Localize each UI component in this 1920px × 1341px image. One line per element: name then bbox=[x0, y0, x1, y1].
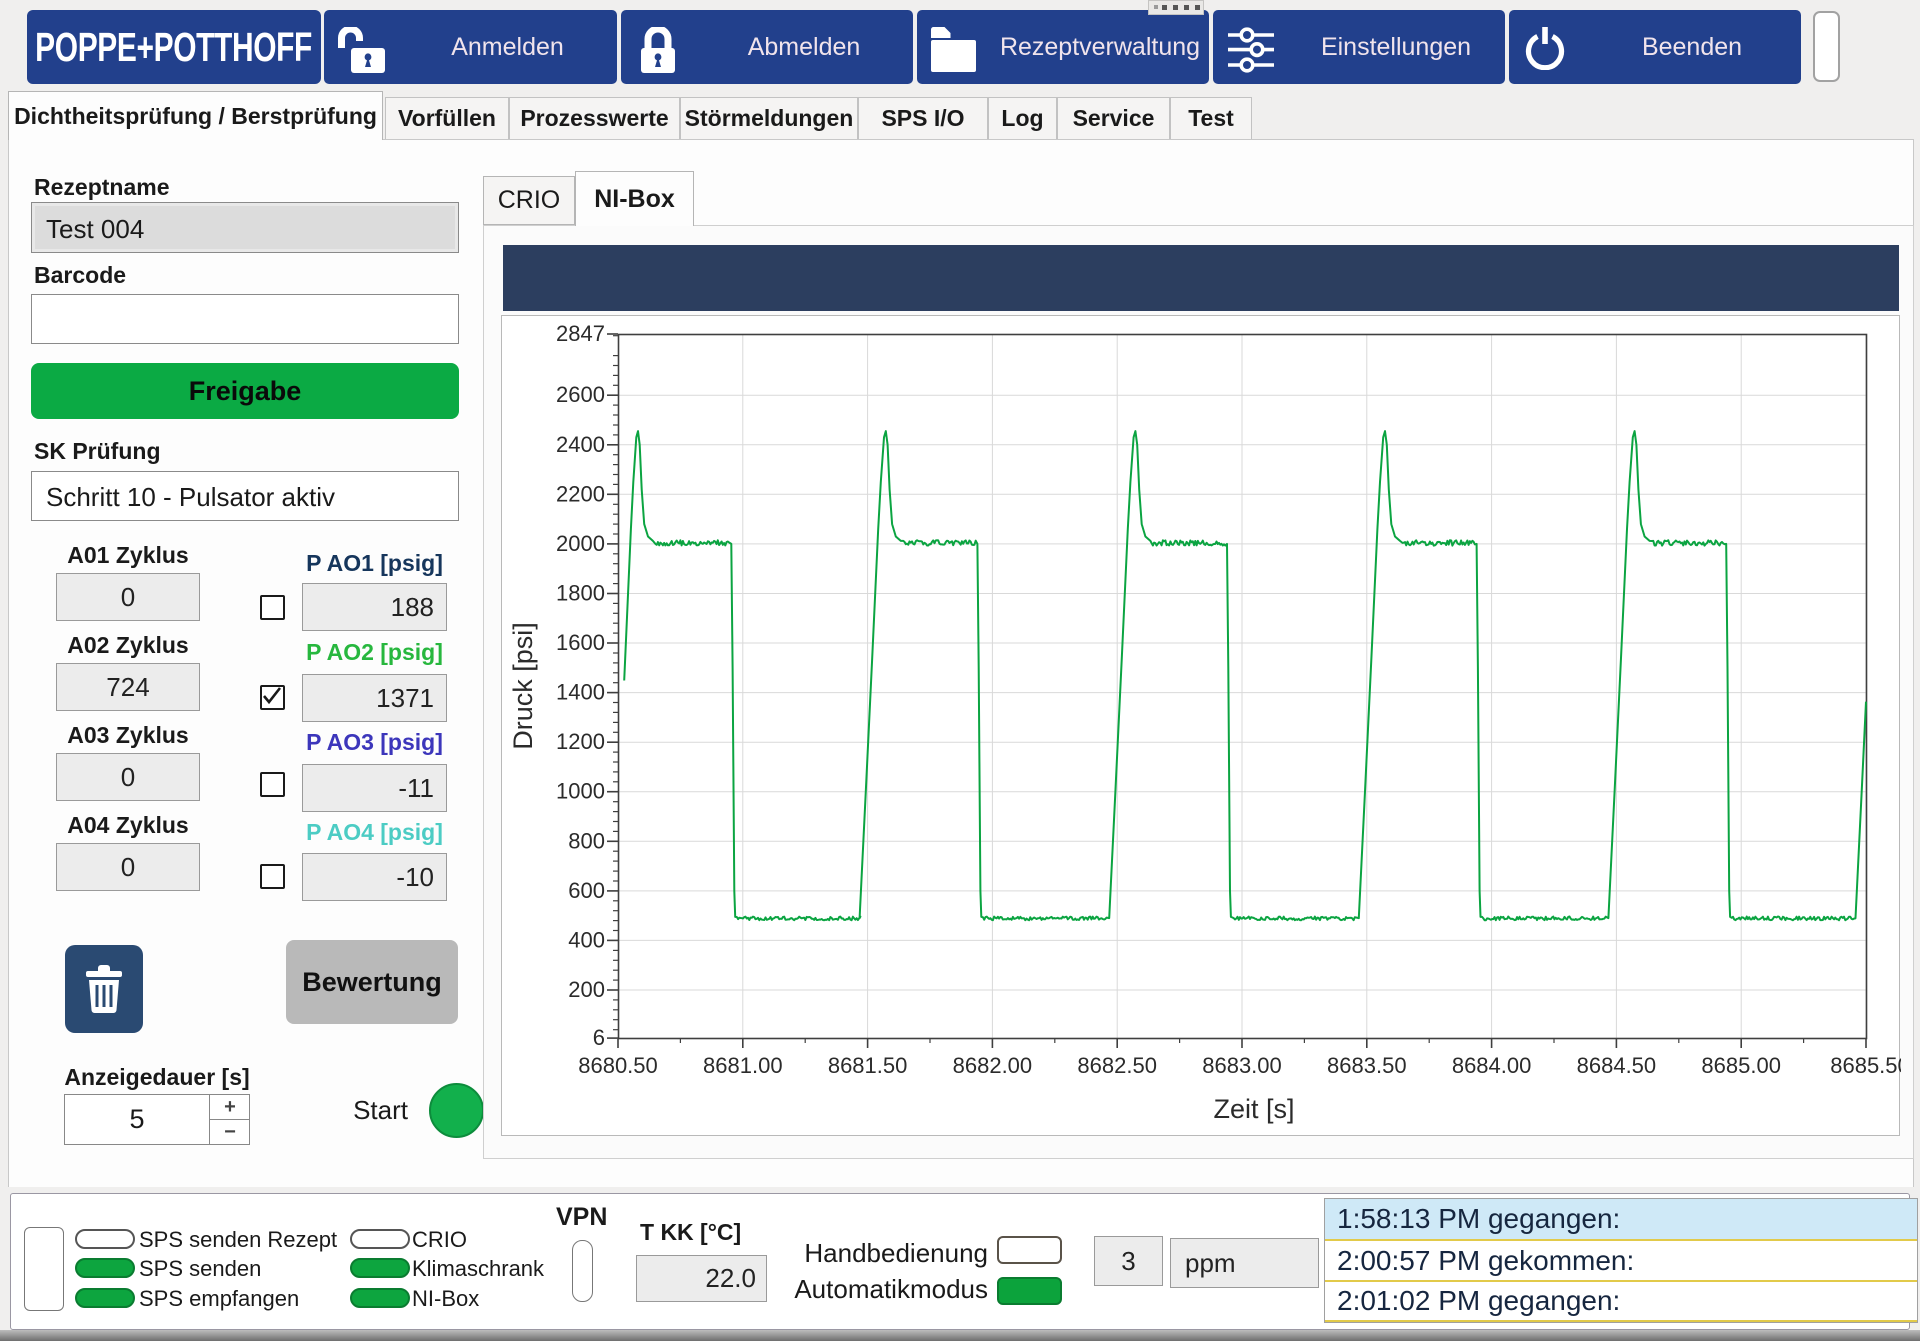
svg-text:2000: 2000 bbox=[556, 531, 605, 556]
svg-text:1800: 1800 bbox=[556, 581, 605, 606]
svg-text:8685.00: 8685.00 bbox=[1701, 1053, 1781, 1078]
svg-text:Zeit [s]: Zeit [s] bbox=[1213, 1094, 1294, 1124]
svg-text:8682.50: 8682.50 bbox=[1077, 1053, 1157, 1078]
svg-text:1600: 1600 bbox=[556, 630, 605, 655]
svg-text:2600: 2600 bbox=[556, 382, 605, 407]
svg-text:8682.00: 8682.00 bbox=[953, 1053, 1033, 1078]
svg-text:2200: 2200 bbox=[556, 481, 605, 506]
svg-text:600: 600 bbox=[568, 878, 605, 903]
svg-text:Druck [psi]: Druck [psi] bbox=[508, 622, 538, 750]
svg-text:200: 200 bbox=[568, 977, 605, 1002]
svg-text:1200: 1200 bbox=[556, 729, 605, 754]
svg-text:1400: 1400 bbox=[556, 680, 605, 705]
svg-text:1000: 1000 bbox=[556, 779, 605, 804]
svg-text:8684.50: 8684.50 bbox=[1577, 1053, 1657, 1078]
svg-text:6: 6 bbox=[593, 1025, 605, 1050]
svg-text:8684.00: 8684.00 bbox=[1452, 1053, 1532, 1078]
svg-text:8681.00: 8681.00 bbox=[703, 1053, 783, 1078]
svg-text:400: 400 bbox=[568, 927, 605, 952]
svg-text:8683.50: 8683.50 bbox=[1327, 1053, 1407, 1078]
svg-text:2847: 2847 bbox=[556, 321, 605, 346]
svg-text:8680.50: 8680.50 bbox=[578, 1053, 658, 1078]
svg-text:800: 800 bbox=[568, 828, 605, 853]
svg-text:2400: 2400 bbox=[556, 432, 605, 457]
svg-text:8683.00: 8683.00 bbox=[1202, 1053, 1282, 1078]
svg-text:8685.50: 8685.50 bbox=[1830, 1053, 1901, 1078]
svg-text:8681.50: 8681.50 bbox=[828, 1053, 908, 1078]
